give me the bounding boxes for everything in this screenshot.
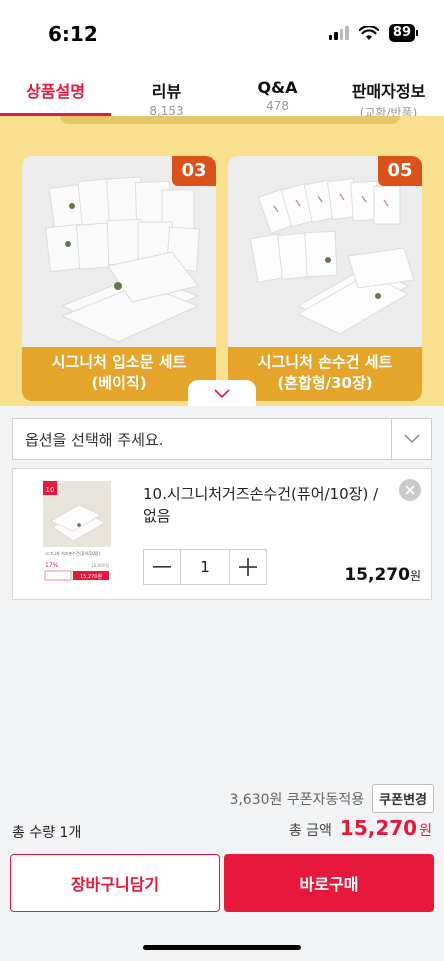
option-price-unit: 원 (409, 569, 421, 583)
card-number-badge: 05 (378, 156, 422, 186)
signal-icon (328, 26, 349, 40)
banner-card-handkerchief-set[interactable]: 05 시그니처 손수건 세트 (혼합형/30장) (228, 156, 422, 401)
tab-qna[interactable]: Q&A 478 (222, 68, 333, 116)
selected-option-item: 10 시그니처 거즈손수건(퓨어/10장) 17% 18,900원 15,270… (12, 468, 432, 600)
total-amount-label: 총 금액 (288, 823, 332, 839)
thumb-sale-price: 15,270원 (80, 573, 102, 580)
battery-level: 89 (388, 24, 415, 42)
add-to-cart-button[interactable]: 장바구니담기 (10, 854, 220, 912)
product-tabs: 상품설명 리뷰 8,153 Q&A 478 판매자정보 (교환/반품) (0, 68, 444, 120)
buy-now-button[interactable]: 바로구매 (224, 854, 434, 912)
card-caption: 시그니처 입소문 세트 (베이직) (22, 347, 216, 401)
change-coupon-button[interactable]: 쿠폰변경 (372, 784, 434, 813)
chevron-down-icon (404, 434, 419, 443)
tab-label: Q&A (257, 78, 298, 97)
total-row: 총 수량 1개 총 금액 15,270 원 (12, 816, 432, 846)
coupon-row: 3,630원 쿠폰자동적용 쿠폰변경 (229, 784, 434, 813)
total-amount-unit: 원 (419, 823, 432, 839)
card-caption-sub: (베이직) (91, 374, 147, 392)
tab-seller-info[interactable]: 판매자정보 (교환/반품) (333, 68, 444, 120)
collapse-toggle[interactable] (188, 380, 256, 408)
card-caption-sub: (혼합형/30장) (277, 374, 373, 392)
status-icons: 89 (328, 24, 418, 42)
product-banner: 03 시그니처 입소문 세트 (베이직) 05 시그니처 손수건 세트 (혼합형… (0, 116, 444, 406)
tab-count: 478 (266, 99, 289, 113)
product-thumbnail: 10 시그니처 거즈손수건(퓨어/10장) 17% 18,900원 15,270… (43, 481, 111, 587)
quantity-stepper: 1 (143, 549, 267, 585)
card-caption: 시그니처 손수건 세트 (혼합형/30장) (228, 347, 422, 401)
tab-label: 리뷰 (151, 82, 182, 101)
status-time: 6:12 (48, 22, 98, 46)
plus-icon (239, 558, 257, 576)
option-price: 15,270원 (344, 565, 421, 585)
remove-option-button[interactable] (399, 479, 421, 501)
thumb-discount: 17% (45, 562, 59, 569)
total-amount: 총 금액 15,270 원 (289, 816, 432, 840)
thumb-badge-text: 10 (46, 486, 55, 494)
banner-cut-heading (60, 116, 400, 124)
thumb-product-name: 시그니처 거즈손수건(퓨어/10장) (45, 550, 100, 556)
home-indicator (143, 945, 301, 950)
dropdown-arrow (391, 419, 431, 459)
purchase-panel: 옵션을 선택해 주세요. 10 시그니처 거즈손수건(퓨어/10장) 17% 1… (0, 406, 444, 961)
wifi-icon (358, 25, 379, 40)
status-bar: 6:12 89 (0, 0, 444, 68)
selected-option-name: 10.시그니처거즈손수건(퓨어/10장) / 없음 (143, 485, 379, 525)
card-caption-title: 시그니처 입소문 세트 (51, 353, 187, 371)
option-placeholder: 옵션을 선택해 주세요. (25, 430, 164, 449)
card-number-badge: 03 (172, 156, 216, 186)
quantity-value[interactable]: 1 (181, 550, 229, 584)
minus-icon (153, 566, 171, 568)
option-select[interactable]: 옵션을 선택해 주세요. (12, 418, 432, 460)
tab-reviews[interactable]: 리뷰 8,153 (111, 68, 222, 118)
close-icon (405, 485, 415, 495)
total-amount-value: 15,270 (339, 816, 418, 840)
battery-icon: 89 (388, 24, 418, 42)
decrease-quantity-button[interactable] (144, 550, 181, 584)
banner-card-basic-set[interactable]: 03 시그니처 입소문 세트 (베이직) (22, 156, 216, 401)
option-price-value: 15,270 (344, 565, 410, 585)
tab-label: 판매자정보 (351, 82, 426, 101)
increase-quantity-button[interactable] (229, 550, 266, 584)
thumb-original-price: 18,900원 (91, 562, 109, 568)
card-caption-title: 시그니처 손수건 세트 (257, 353, 393, 371)
coupon-applied-text: 3,630원 쿠폰자동적용 (229, 791, 365, 808)
total-quantity: 총 수량 1개 (12, 825, 82, 841)
tab-label: 상품설명 (26, 82, 85, 101)
chevron-down-icon (214, 389, 230, 399)
tab-description[interactable]: 상품설명 (0, 68, 111, 116)
